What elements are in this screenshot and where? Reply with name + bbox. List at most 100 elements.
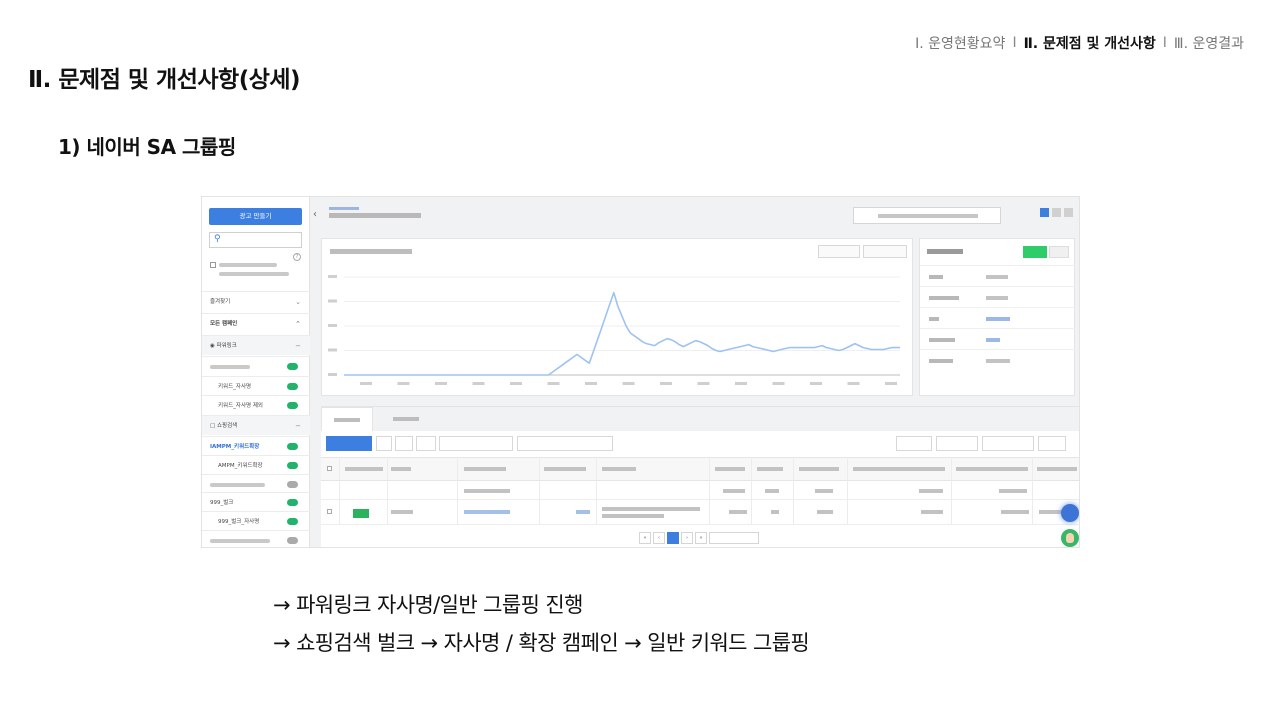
select-all-checkbox[interactable]: [327, 466, 332, 471]
sidebar-group-shopping[interactable]: □ 쇼핑검색 −: [202, 415, 310, 435]
delete-button[interactable]: [416, 436, 436, 451]
x-tick-label: [810, 382, 822, 385]
sidebar-campaign[interactable]: [202, 474, 310, 494]
chevron-left-icon[interactable]: ‹: [313, 209, 317, 220]
date-range-picker[interactable]: [853, 207, 1001, 224]
page-size-dropdown[interactable]: [709, 532, 759, 544]
x-tick-label: [585, 382, 597, 385]
sidebar-favorites[interactable]: 즐겨찾기 ⌄: [202, 291, 310, 311]
info-row: [920, 307, 1076, 328]
table-toolbar: [326, 436, 1076, 452]
adgroup-on-toggle[interactable]: [287, 383, 298, 390]
sidebar-campaign-powerlink[interactable]: [202, 356, 310, 376]
campaign-off-toggle[interactable]: [287, 481, 298, 488]
x-tick-label: [397, 382, 410, 385]
nav-separator: Ι: [1162, 35, 1167, 51]
sidebar-group-powerlink[interactable]: ◉ 파워링크 −: [202, 335, 310, 355]
x-tick-label: [697, 382, 710, 385]
sidebar-all-campaigns[interactable]: 모든 캠페인 ⌃: [202, 313, 310, 333]
adgroup-on-toggle[interactable]: [287, 462, 298, 469]
nav-item-summary: Ⅰ. 운영현황요약: [915, 36, 1006, 52]
keyword-table-panel: « ‹ › »: [321, 406, 1079, 547]
section-navigation: Ⅰ. 운영현황요약 Ι Ⅱ. 문제점 및 개선사항 Ι Ⅲ. 운영결과: [915, 33, 1244, 53]
info-row: [920, 286, 1076, 307]
table-row-total: [321, 482, 1079, 500]
last-page-button[interactable]: »: [695, 532, 707, 544]
sidebar-item-adgroup[interactable]: 키워드_자사명 제외: [202, 395, 310, 415]
x-tick-label: [435, 382, 447, 385]
page-button-current[interactable]: [667, 532, 679, 544]
filter-dropdown[interactable]: [936, 436, 978, 451]
sidebar-label: 파워링크: [216, 343, 237, 349]
x-tick-label: [735, 382, 747, 385]
y-tick-label: [328, 275, 337, 278]
sidebar-label: 999_벌크: [210, 500, 234, 506]
x-tick-label: [510, 382, 522, 385]
apply-option-button[interactable]: [517, 436, 613, 451]
bulk-edit-dropdown[interactable]: [439, 436, 513, 451]
help-icon[interactable]: ?: [293, 253, 301, 261]
chart-metric-label: [330, 248, 430, 256]
adgroup-on-toggle[interactable]: [287, 518, 298, 525]
view-toggle-group[interactable]: [1040, 208, 1073, 217]
info-row: [920, 265, 1076, 286]
y-tick-label: [328, 373, 337, 376]
table-header: [321, 457, 1079, 481]
series-line: [344, 291, 900, 376]
floating-chat-button[interactable]: [1061, 504, 1079, 522]
chevron-up-icon: ⌃: [295, 320, 301, 328]
more-dropdown[interactable]: [1038, 436, 1066, 451]
naver-sa-screenshot: 광고 만들기 ⚲ ? 즐겨찾기 ⌄ 모든 캠페인 ⌃ ◉ 파워링크 − 키워드_…: [201, 196, 1080, 548]
first-page-button[interactable]: «: [639, 532, 651, 544]
search-icon: ⚲: [214, 234, 221, 244]
row-checkbox[interactable]: [327, 509, 332, 514]
collapse-icon[interactable]: −: [295, 336, 301, 356]
sidebar-campaign[interactable]: [202, 530, 310, 547]
pagination: « ‹ › »: [639, 532, 759, 544]
view-button[interactable]: [1040, 208, 1049, 217]
checkbox[interactable]: [210, 261, 216, 268]
collapse-icon[interactable]: −: [295, 416, 301, 436]
nav-item-issues: Ⅱ. 문제점 및 개선사항: [1023, 36, 1156, 52]
floating-assistant-avatar[interactable]: [1061, 529, 1079, 547]
campaign-on-toggle[interactable]: [287, 443, 298, 450]
columns-dropdown[interactable]: [982, 436, 1034, 451]
info-row: [920, 349, 1076, 370]
off-button[interactable]: [395, 436, 413, 451]
sidebar-campaign-selected[interactable]: IAMPM_키워드확장: [202, 436, 310, 456]
create-ad-button[interactable]: 광고 만들기: [209, 208, 302, 225]
info-row: [920, 328, 1076, 349]
edit-button[interactable]: [1023, 246, 1047, 258]
campaign-on-toggle[interactable]: [287, 363, 298, 370]
exact-search-option[interactable]: [210, 261, 305, 279]
campaign-info-panel: [919, 238, 1076, 396]
x-tick-label: [622, 382, 635, 385]
sidebar-item-adgroup[interactable]: 999_벌크_자사명: [202, 511, 310, 531]
x-tick-label: [547, 382, 560, 385]
view-button[interactable]: [1064, 208, 1073, 217]
view-button[interactable]: [1052, 208, 1061, 217]
add-adgroup-button[interactable]: [326, 436, 372, 451]
sidebar-label: 쇼핑검색: [216, 423, 238, 429]
download-button[interactable]: [896, 436, 932, 451]
metric-dropdown[interactable]: [818, 245, 860, 258]
note-line: → 파워링크 자사명/일반 그룹핑 진행: [273, 593, 583, 617]
campaign-search-input[interactable]: ⚲: [209, 232, 302, 248]
adgroup-on-toggle[interactable]: [287, 402, 298, 409]
tab-settings[interactable]: [381, 407, 433, 431]
sidebar-campaign[interactable]: 999_벌크: [202, 492, 310, 512]
sidebar-item-adgroup[interactable]: 키워드_자사명: [202, 376, 310, 396]
campaign-main-panel: ‹ « ‹ › »: [311, 197, 1079, 547]
campaign-on-toggle[interactable]: [287, 499, 298, 506]
x-tick-label: [660, 382, 672, 385]
table-row[interactable]: [321, 501, 1079, 525]
tab-adgroups[interactable]: [321, 407, 373, 431]
notes-block: → 파워링크 자사명/일반 그룹핑 진행 → 쇼핑검색 벌크 → 자사명 / 확…: [273, 586, 810, 662]
next-page-button[interactable]: ›: [681, 532, 693, 544]
period-dropdown[interactable]: [863, 245, 907, 258]
settings-button[interactable]: [1049, 246, 1069, 258]
on-button[interactable]: [376, 436, 392, 451]
sidebar-item-adgroup[interactable]: AMPM_키워드확장: [202, 455, 310, 475]
prev-page-button[interactable]: ‹: [653, 532, 665, 544]
campaign-off-toggle[interactable]: [287, 537, 298, 544]
